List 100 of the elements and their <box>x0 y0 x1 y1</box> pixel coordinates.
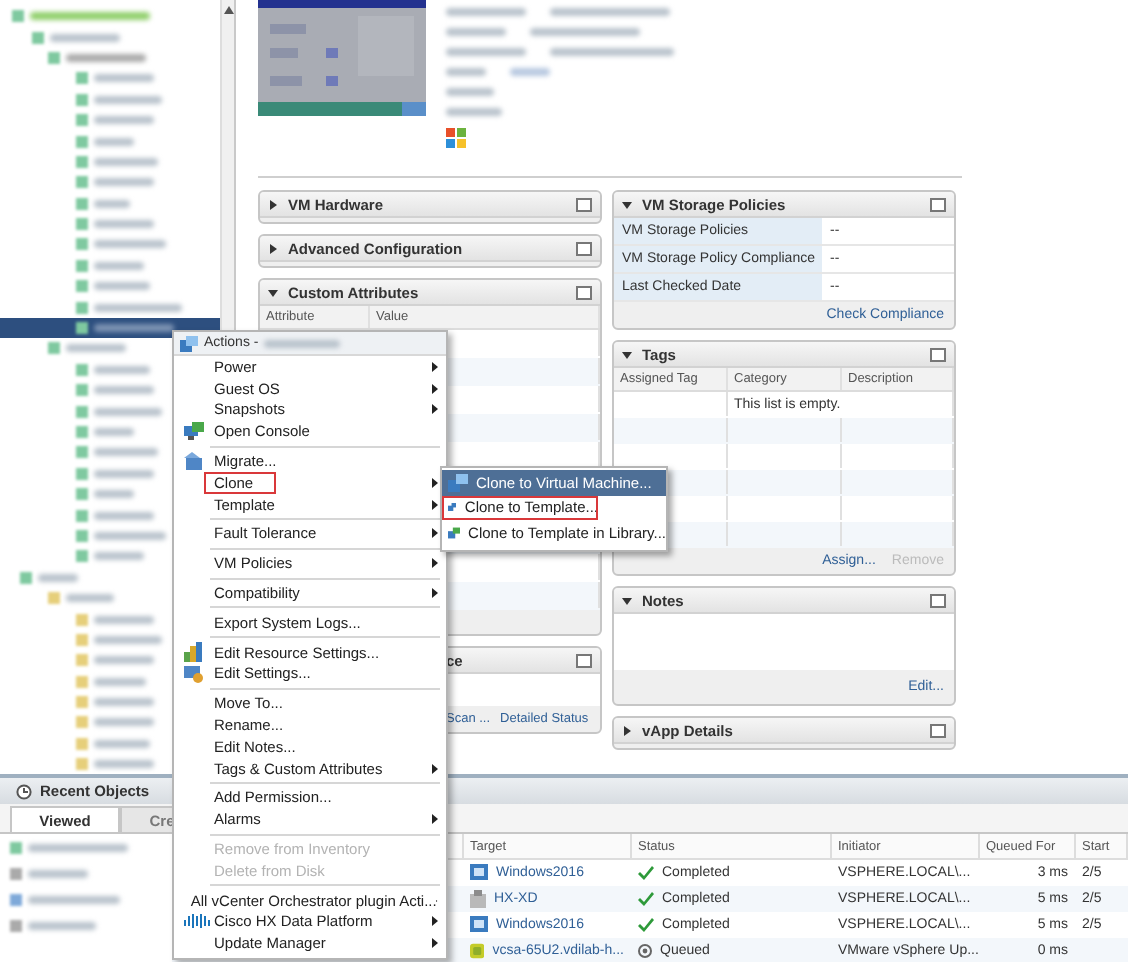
tree-node-icon <box>76 72 88 85</box>
blurred-label <box>94 240 166 249</box>
maximize-icon[interactable] <box>576 653 592 667</box>
blurred-label <box>94 407 162 416</box>
monitor-icon <box>184 422 204 441</box>
blurred-label <box>510 68 550 76</box>
tree-node-icon <box>76 238 88 251</box>
blurred-label <box>94 178 154 187</box>
blurred-label <box>38 573 78 582</box>
tree-node-icon <box>76 467 88 480</box>
blurred-label <box>94 490 134 499</box>
blurred-label <box>94 531 166 540</box>
blurred-label <box>94 324 174 333</box>
blurred-label <box>94 95 162 104</box>
scroll-up-icon[interactable] <box>223 6 233 14</box>
blurred-label <box>446 8 526 16</box>
expand-triangle-icon[interactable] <box>622 725 632 735</box>
tree-node-icon <box>76 93 88 106</box>
blurred-label <box>446 108 502 116</box>
tree-node-icon <box>76 218 88 231</box>
maximize-icon[interactable] <box>930 723 946 737</box>
blurred-label <box>94 157 158 166</box>
collapse-triangle-icon[interactable] <box>622 199 632 209</box>
blurred-label <box>446 28 506 36</box>
blurred-label <box>94 386 154 395</box>
blurred-label <box>446 68 486 76</box>
expand-triangle-icon[interactable] <box>268 199 278 209</box>
tree-node-icon <box>48 592 60 605</box>
tree-node-icon <box>76 613 88 626</box>
selected-tree-row[interactable] <box>0 317 220 339</box>
blurred-label <box>28 870 88 879</box>
tree-node-icon <box>76 176 88 189</box>
settings-icon <box>184 663 204 684</box>
maximize-icon[interactable] <box>930 347 946 361</box>
clone-icon <box>448 473 468 492</box>
tree-node-icon <box>76 426 88 438</box>
tree-node-icon <box>32 31 44 44</box>
clone-icon <box>448 523 461 542</box>
collapse-triangle-icon[interactable] <box>268 287 278 297</box>
windows-logo-icon <box>446 128 466 148</box>
blurred-label <box>94 74 154 83</box>
tree-node-icon <box>76 301 88 314</box>
tree-node-icon <box>76 405 88 418</box>
maximize-icon[interactable] <box>576 197 592 211</box>
maximize-icon[interactable] <box>930 197 946 211</box>
blurred-label <box>94 261 144 270</box>
queued-icon <box>638 943 652 958</box>
bars-logo-icon <box>184 914 210 929</box>
expand-triangle-icon[interactable] <box>268 243 278 253</box>
blurred-label <box>94 220 154 229</box>
tree-node-icon <box>48 51 60 64</box>
blurred-label <box>66 594 114 603</box>
host-icon <box>470 889 486 908</box>
tree-node-icon <box>76 135 88 148</box>
blurred-label <box>94 552 144 561</box>
tree-node-icon <box>48 342 60 355</box>
blurred-label <box>50 33 120 42</box>
blurred-label <box>550 48 674 56</box>
appliance-icon <box>470 941 485 960</box>
clone-icon <box>448 498 457 517</box>
blurred-label <box>30 12 150 21</box>
tree-node-icon <box>76 114 88 127</box>
tree-node-icon <box>76 322 88 335</box>
blurred-label <box>94 656 154 665</box>
tree-node-icon <box>76 363 88 376</box>
blurred-label <box>446 48 526 56</box>
actions-icon <box>180 335 198 351</box>
blurred-label <box>94 615 154 624</box>
blurred-label <box>550 8 670 16</box>
tree-node-icon <box>76 529 88 542</box>
maximize-icon[interactable] <box>576 241 592 255</box>
blurred-label <box>530 28 640 36</box>
migrate-icon <box>184 452 204 471</box>
blurred-label <box>94 698 154 707</box>
tree-node-icon <box>76 737 88 750</box>
blurred-label <box>94 760 154 769</box>
vm-icon <box>470 916 488 933</box>
tree-node-icon <box>76 197 88 210</box>
maximize-icon[interactable] <box>576 285 592 299</box>
tree-node-icon <box>76 509 88 522</box>
blurred-label <box>66 344 126 353</box>
tree-node-icon <box>76 696 88 709</box>
blurred-label <box>446 88 494 96</box>
collapse-triangle-icon[interactable] <box>622 595 632 605</box>
blurred-label <box>94 365 150 374</box>
maximize-icon[interactable] <box>930 593 946 607</box>
tree-node-icon <box>76 633 88 646</box>
collapse-triangle-icon[interactable] <box>622 349 632 359</box>
blurred-label <box>94 739 150 748</box>
tree-node-icon <box>76 488 88 501</box>
tree-node-icon <box>20 571 32 584</box>
blurred-label <box>28 922 96 931</box>
tree-node-icon <box>76 155 88 168</box>
tree-node-icon <box>76 446 88 459</box>
blurred-label <box>94 511 154 520</box>
tree-node-icon <box>76 716 88 729</box>
blurred-label <box>264 339 341 347</box>
blurred-label <box>66 53 146 62</box>
blurred-label <box>94 635 162 644</box>
tree-node-icon <box>76 280 88 293</box>
